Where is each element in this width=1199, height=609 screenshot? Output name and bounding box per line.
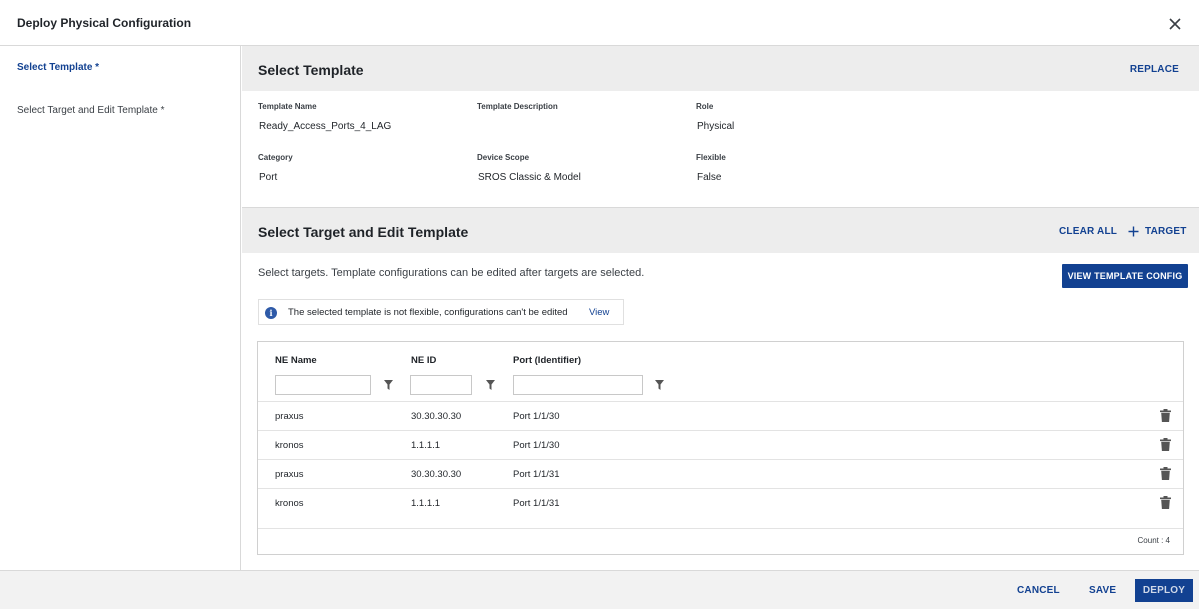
trash-icon[interactable] <box>1160 496 1171 509</box>
category-label: Category <box>258 153 293 162</box>
filter-icon[interactable] <box>384 380 393 390</box>
add-target-button[interactable]: TARGET <box>1128 226 1187 237</box>
port-cell: Port 1/1/31 <box>513 498 560 509</box>
trash-icon[interactable] <box>1160 467 1171 480</box>
filter-icon[interactable] <box>655 380 664 390</box>
ne-name-cell: kronos <box>275 440 304 451</box>
column-header-ne-name[interactable]: NE Name <box>275 355 317 366</box>
add-target-label: TARGET <box>1145 226 1187 237</box>
ne-id-filter-input[interactable] <box>410 375 472 395</box>
table-row[interactable]: kronos 1.1.1.1 Port 1/1/30 <box>258 430 1183 459</box>
deploy-button[interactable]: DEPLOY <box>1135 579 1193 602</box>
row-count: Count : 4 <box>1137 536 1170 545</box>
table-footer-divider <box>258 528 1183 529</box>
nav-item-select-template[interactable]: Select Template * <box>17 62 99 73</box>
targets-table: NE Name NE ID Port (Identifier) praxus 3… <box>257 341 1184 555</box>
section-title: Select Template <box>258 62 364 78</box>
table-row[interactable]: praxus 30.30.30.30 Port 1/1/30 <box>258 401 1183 430</box>
info-view-link[interactable]: View <box>589 307 609 318</box>
template-name-label: Template Name <box>258 102 317 111</box>
dialog-title: Deploy Physical Configuration <box>17 16 192 30</box>
filter-icon[interactable] <box>486 380 495 390</box>
save-button[interactable]: SAVE <box>1089 585 1116 596</box>
ne-id-cell: 30.30.30.30 <box>411 469 462 480</box>
port-cell: Port 1/1/30 <box>513 411 560 422</box>
ne-name-cell: kronos <box>275 498 304 509</box>
plus-icon <box>1128 226 1139 237</box>
trash-icon[interactable] <box>1160 438 1171 451</box>
nav-item-select-target[interactable]: Select Target and Edit Template * <box>17 105 165 116</box>
main-content: Select Template REPLACE Template Name Re… <box>242 46 1199 570</box>
target-instructions: Select targets. Template configurations … <box>258 267 645 279</box>
wizard-steps-nav: Select Template * Select Target and Edit… <box>0 46 241 570</box>
flexible-label: Flexible <box>696 153 726 162</box>
trash-icon[interactable] <box>1160 409 1171 422</box>
ne-name-cell: praxus <box>275 469 304 480</box>
info-icon: i <box>265 307 277 319</box>
role-value: Physical <box>697 121 735 132</box>
select-target-header: Select Target and Edit Template CLEAR AL… <box>242 208 1199 253</box>
cancel-button[interactable]: CANCEL <box>1017 585 1060 596</box>
select-template-header: Select Template REPLACE <box>242 46 1199 91</box>
role-label: Role <box>696 102 714 111</box>
ne-id-cell: 30.30.30.30 <box>411 411 462 422</box>
port-cell: Port 1/1/31 <box>513 469 560 480</box>
table-row[interactable]: kronos 1.1.1.1 Port 1/1/31 <box>258 488 1183 517</box>
device-scope-label: Device Scope <box>477 153 530 162</box>
replace-button[interactable]: REPLACE <box>1130 64 1179 75</box>
ne-name-cell: praxus <box>275 411 304 422</box>
clear-all-button[interactable]: CLEAR ALL <box>1059 226 1117 237</box>
template-name-value: Ready_Access_Ports_4_LAG <box>259 121 392 132</box>
ne-id-cell: 1.1.1.1 <box>411 498 441 509</box>
flexible-value: False <box>697 172 722 183</box>
table-row[interactable]: praxus 30.30.30.30 Port 1/1/31 <box>258 459 1183 488</box>
dialog-footer: CANCEL SAVE DEPLOY <box>0 570 1199 609</box>
port-cell: Port 1/1/30 <box>513 440 560 451</box>
ne-name-filter-input[interactable] <box>275 375 371 395</box>
device-scope-value: SROS Classic & Model <box>478 172 581 183</box>
column-header-ne-id[interactable]: NE ID <box>411 355 436 366</box>
close-icon[interactable] <box>1167 16 1183 32</box>
view-template-config-button[interactable]: VIEW TEMPLATE CONFIG <box>1062 264 1188 288</box>
column-header-port[interactable]: Port (Identifier) <box>513 355 581 366</box>
info-banner: i The selected template is not flexible,… <box>258 299 624 325</box>
template-description-label: Template Description <box>477 102 558 111</box>
section-title: Select Target and Edit Template <box>258 224 469 240</box>
port-filter-input[interactable] <box>513 375 643 395</box>
category-value: Port <box>259 172 278 183</box>
info-text: The selected template is not flexible, c… <box>288 307 568 318</box>
dialog-header: Deploy Physical Configuration <box>0 0 1199 46</box>
ne-id-cell: 1.1.1.1 <box>411 440 441 451</box>
